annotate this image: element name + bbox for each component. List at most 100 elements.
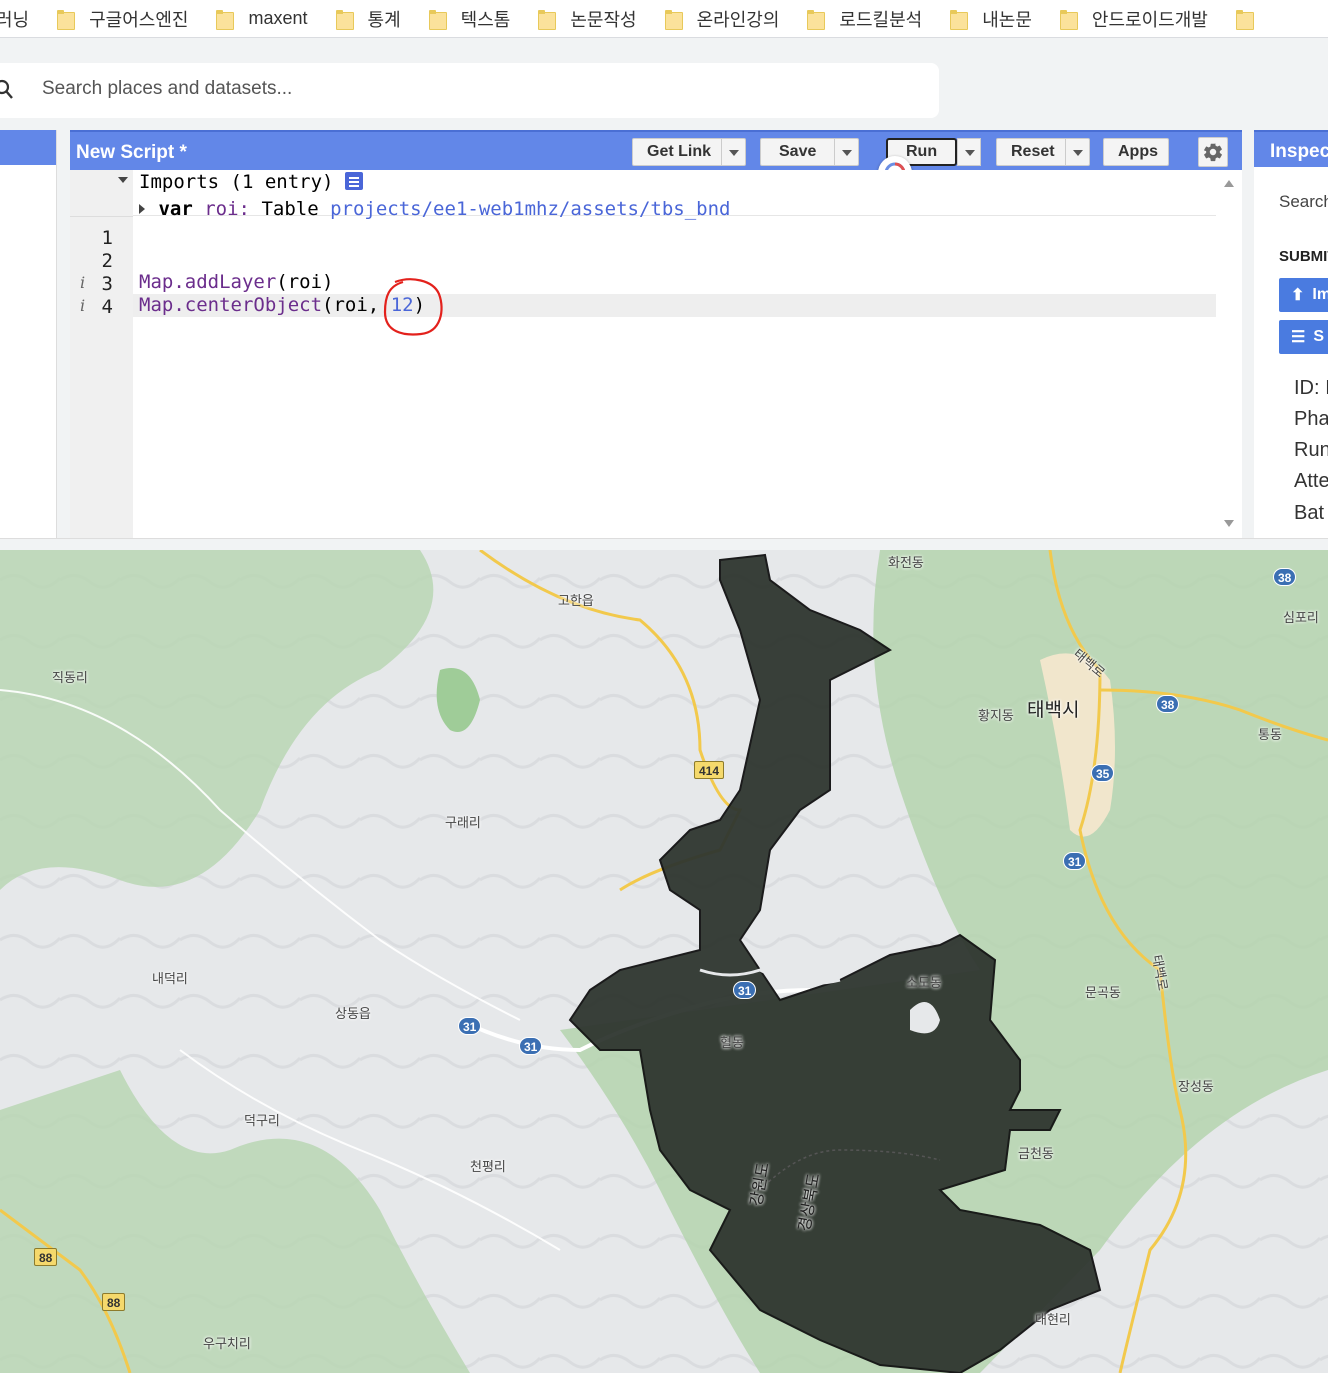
place-label: 상동읍 <box>335 1006 371 1021</box>
upload-button[interactable]: ⬆ Im <box>1279 278 1328 312</box>
apps-label: Apps <box>1118 143 1158 160</box>
place-label: 고한읍 <box>558 593 594 608</box>
search-icon[interactable] <box>0 78 20 102</box>
place-label: 덕구리 <box>244 1113 280 1128</box>
city-label: 태백시 <box>1027 700 1080 721</box>
bookmarks-bar: 러닝 구글어스엔진 maxent 통계 텍스톰 논문작성 온라인강의 로드킬분석… <box>0 0 1328 38</box>
bookmark-label: 러닝 <box>0 9 30 30</box>
bookmark-item[interactable]: 내논문 <box>950 6 1032 32</box>
chevron-down-icon[interactable] <box>834 139 858 165</box>
scroll-down-icon[interactable] <box>1224 520 1234 527</box>
import-line[interactable]: var roi: Table projects/ee1-web1mhz/asse… <box>139 198 730 221</box>
place-label: 문곡동 <box>1085 985 1121 1000</box>
place-label: 황지동 <box>978 708 1014 723</box>
code-area[interactable]: Imports (1 entry) var roi: Table project… <box>133 170 1279 538</box>
bookmark-label: 로드킬분석 <box>839 9 923 30</box>
place-label: 내덕리 <box>152 971 188 986</box>
bookmark-item[interactable]: 안드로이드개발 <box>1059 6 1208 32</box>
save-label: Save <box>779 143 817 160</box>
place-label: 소도동 <box>906 975 942 990</box>
line-number: 3 <box>101 273 113 295</box>
place-label: 천평리 <box>470 1159 506 1174</box>
inspector-panel: Inspector Search SUBMIT ⬆Im ☰S ID: I Pha… <box>1254 130 1328 538</box>
import-type: Table <box>261 198 319 220</box>
folder-icon <box>335 9 354 30</box>
map-view[interactable]: 직동리 고한읍 화전동 심포리 황지동 태백시 태백로 통동 구래리 내덕리 상… <box>0 550 1328 1373</box>
bookmark-item[interactable]: 논문작성 <box>538 6 637 32</box>
place-label: 심포리 <box>1283 610 1319 625</box>
list-button[interactable]: ☰ S <box>1279 320 1328 354</box>
panel-splitter[interactable] <box>57 130 70 538</box>
code-function: Map.addLayer <box>139 271 277 293</box>
inspector-tab[interactable]: Inspector <box>1254 130 1328 167</box>
folder-icon <box>664 9 683 30</box>
place-label: 금천동 <box>1018 1146 1054 1161</box>
bookmark-item[interactable] <box>1235 9 1268 30</box>
code-args: (roi, <box>322 294 380 316</box>
code-line-3[interactable]: Map.addLayer(roi) <box>139 271 333 294</box>
bookmark-label: 통계 <box>367 9 401 30</box>
get-link-button[interactable]: Get Link <box>632 138 747 166</box>
route-shield: 31 <box>458 1017 482 1035</box>
bookmark-label: 온라인강의 <box>696 9 780 30</box>
bookmark-item[interactable]: 온라인강의 <box>664 6 780 32</box>
folder-icon <box>57 9 76 30</box>
bookmark-item[interactable]: 구글어스엔진 <box>57 6 188 32</box>
task-field: Atte <box>1294 470 1328 492</box>
get-link-label: Get Link <box>647 143 712 160</box>
bookmark-item[interactable]: 러닝 <box>0 6 29 32</box>
editor-toolbar: New Script * Get Link Save Run Reset App… <box>70 130 1242 170</box>
place-label: 구래리 <box>445 815 481 830</box>
bookmark-item[interactable]: 로드킬분석 <box>807 6 922 32</box>
line-number: 4 <box>101 296 113 318</box>
gear-icon[interactable] <box>1198 137 1228 167</box>
apps-button[interactable]: Apps <box>1103 138 1169 166</box>
save-button[interactable]: Save <box>760 138 860 166</box>
task-field: Run <box>1294 439 1328 461</box>
info-icon[interactable]: i <box>80 273 85 292</box>
run-label: Run <box>906 143 938 160</box>
route-shield: 35 <box>1091 764 1115 782</box>
bookmark-label: 내논문 <box>982 9 1032 30</box>
route-shield: 414 <box>694 761 725 779</box>
reset-button[interactable]: Reset <box>996 138 1090 166</box>
imports-header[interactable]: Imports (1 entry) <box>139 171 363 194</box>
list-label: S <box>1313 328 1325 345</box>
folder-icon <box>950 9 969 30</box>
bookmark-item[interactable]: 텍스톰 <box>428 6 511 32</box>
doc-icon[interactable] <box>344 172 363 190</box>
inspector-search[interactable]: Search <box>1279 192 1328 212</box>
bookmark-label: 논문작성 <box>570 9 637 30</box>
place-label: 장성동 <box>1178 1079 1214 1094</box>
folder-icon <box>807 9 826 30</box>
info-icon[interactable]: i <box>80 296 85 315</box>
script-title: New Script * <box>76 142 187 163</box>
folder-icon <box>216 9 235 30</box>
bookmark-label: 안드로이드개발 <box>1091 9 1208 30</box>
place-label: 통동 <box>1258 727 1282 742</box>
bookmark-label: 텍스톰 <box>460 9 511 30</box>
search-input[interactable]: Search places and datasets... <box>42 78 292 100</box>
line-number: 1 <box>101 227 113 249</box>
upload-label: Im <box>1312 286 1328 303</box>
scroll-up-icon[interactable] <box>1224 180 1234 187</box>
route-shield: 31 <box>733 981 757 999</box>
code-args: (roi) <box>276 271 334 293</box>
collapse-triangle-icon[interactable] <box>118 177 128 185</box>
chevron-down-icon[interactable] <box>721 139 745 165</box>
bookmark-item[interactable]: 통계 <box>335 6 401 32</box>
expand-triangle-icon[interactable] <box>139 204 147 214</box>
route-shield: 31 <box>519 1037 543 1055</box>
panel-splitter[interactable] <box>1242 130 1254 538</box>
folder-icon <box>1059 9 1078 30</box>
asset-path-link[interactable]: projects/ee1-web1mhz/assets/tbs_bnd <box>330 198 730 220</box>
editor-scrollbar[interactable] <box>1216 170 1242 538</box>
place-label: 대현리 <box>1035 1312 1071 1327</box>
bookmark-item[interactable]: maxent <box>216 8 308 30</box>
code-editor-panel: New Script * Get Link Save Run Reset App… <box>70 130 1279 538</box>
imports-label: Imports (1 entry) <box>139 171 334 193</box>
map-splitter[interactable] <box>0 538 1328 550</box>
task-field: Pha <box>1294 408 1328 430</box>
chevron-down-icon[interactable] <box>957 138 982 166</box>
chevron-down-icon[interactable] <box>1064 139 1089 165</box>
